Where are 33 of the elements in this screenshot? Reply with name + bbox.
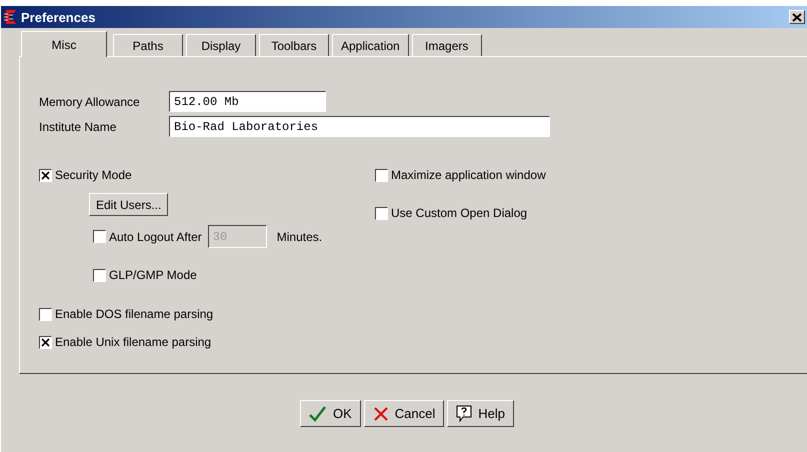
window-title: Preferences <box>21 10 96 24</box>
tab[interactable]: Paths <box>113 34 183 56</box>
checkbox[interactable] <box>39 168 52 182</box>
checkbox-label[interactable]: Enable Unix filename parsing <box>55 335 212 349</box>
checkbox[interactable] <box>93 268 106 282</box>
checkbox-label[interactable]: GLP/GMP Mode <box>109 268 197 282</box>
close-button[interactable] <box>789 10 805 24</box>
checkbox-label[interactable]: Security Mode <box>55 168 132 182</box>
input-field[interactable]: 512.00 Mb <box>169 91 326 112</box>
ok-button[interactable]: OK <box>300 400 361 427</box>
checkbox-label[interactable]: Use Custom Open Dialog <box>391 206 528 220</box>
tab[interactable]: Application <box>332 34 409 56</box>
field-label: Memory Allowance <box>39 94 141 108</box>
tab[interactable]: Toolbars <box>259 34 329 56</box>
checkbox[interactable] <box>39 308 52 320</box>
edit-users-button[interactable]: Edit Users... <box>89 193 168 216</box>
tab[interactable]: Misc <box>21 31 107 57</box>
checkmark-icon <box>308 406 327 422</box>
checkbox-label[interactable]: Maximize application window <box>391 168 546 182</box>
checkbox[interactable] <box>39 336 52 348</box>
cancel-button[interactable]: Cancel <box>364 400 444 427</box>
field-label: Institute Name <box>39 120 118 134</box>
input-field[interactable]: Bio-Rad Laboratories <box>169 116 550 137</box>
checkbox[interactable] <box>375 168 388 182</box>
checkbox-label[interactable]: Enable DOS filename parsing <box>55 307 214 321</box>
tab[interactable]: Display <box>186 34 256 56</box>
cross-icon <box>372 406 389 422</box>
app-logo-icon <box>3 9 19 25</box>
checkbox[interactable] <box>375 206 388 220</box>
unit-label: Minutes. <box>276 230 322 244</box>
help-button[interactable]: Help <box>447 400 514 427</box>
question-bubble-icon <box>456 405 472 422</box>
tab[interactable]: Imagers <box>412 34 482 56</box>
